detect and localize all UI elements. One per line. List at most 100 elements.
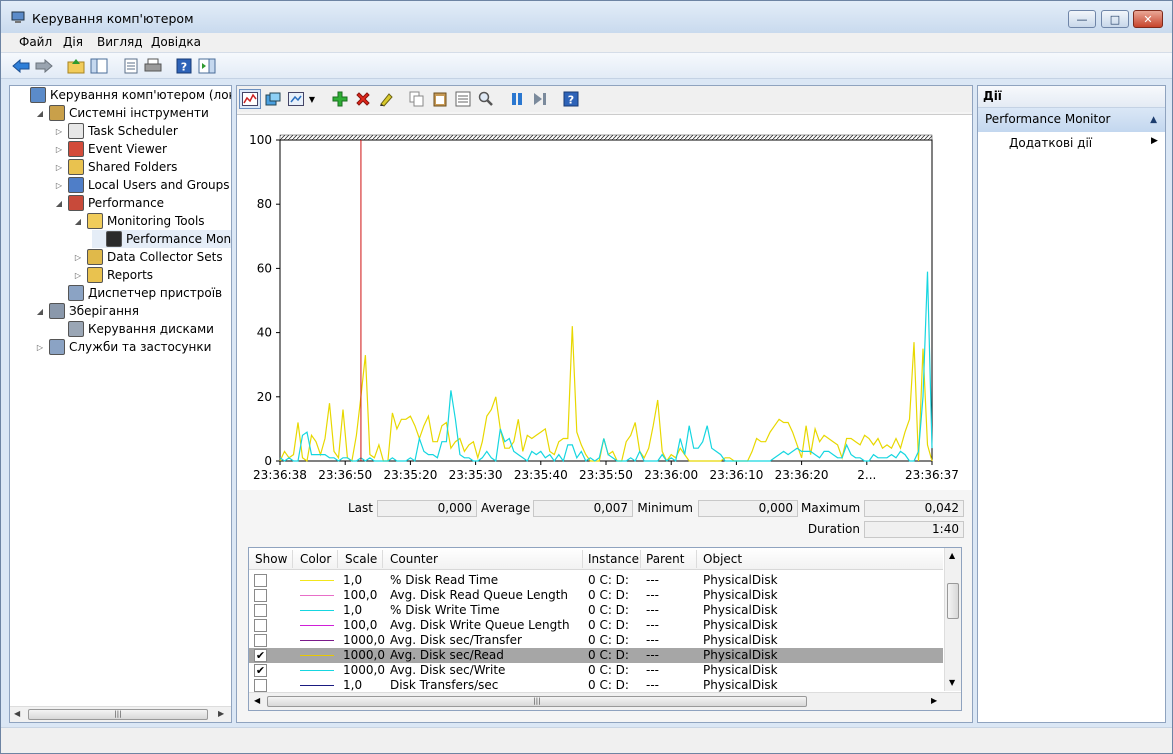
zoom-icon[interactable] [477, 90, 495, 108]
tree-item-label: Task Scheduler [88, 124, 178, 138]
paste-counter-list-icon[interactable] [431, 90, 449, 108]
cell-instance: 0 C: D: [588, 588, 629, 602]
close-button[interactable]: ✕ [1133, 10, 1163, 28]
update-data-icon[interactable] [531, 90, 549, 108]
change-graph-type-icon[interactable] [264, 90, 282, 108]
expand-arrow-icon[interactable]: ▷ [73, 271, 83, 280]
show-hide-tree-icon[interactable] [90, 57, 108, 75]
table-row[interactable]: 1000,0 Avg. Disk sec/Transfer 0 C: D: --- Ph… [249, 633, 943, 648]
collapse-arrow-icon[interactable]: ◢ [73, 217, 83, 226]
tree-item[interactable]: Диспетчер пристроїв [54, 284, 222, 302]
tree-item[interactable]: ▷ Shared Folders [54, 158, 177, 176]
tree-item[interactable]: ◢ Зберігання [35, 302, 139, 320]
expand-arrow-icon[interactable]: ▷ [54, 163, 64, 172]
show-checkbox[interactable] [254, 679, 267, 692]
tree-item[interactable]: ▷ Reports [73, 266, 153, 284]
tree-item[interactable]: ▷ Data Collector Sets [73, 248, 223, 266]
scroll-thumb[interactable]: ||| [28, 709, 208, 720]
counter-table: Show Color Scale Counter Instance Parent… [248, 547, 962, 711]
table-row[interactable]: 1,0 % Disk Write Time 0 C: D: --- PhysicalDi… [249, 603, 943, 618]
tree-item[interactable]: ▷ Служби та застосунки [35, 338, 211, 356]
show-checkbox[interactable] [254, 634, 267, 647]
expand-arrow-icon[interactable]: ▷ [35, 343, 45, 352]
show-checkbox[interactable] [254, 574, 267, 587]
table-row[interactable]: 1,0 Disk Transfers/sec 0 C: D: --- PhysicalD… [249, 678, 943, 693]
scroll-thumb[interactable] [947, 583, 959, 619]
freeze-display-icon[interactable] [287, 90, 305, 108]
collapse-arrow-icon[interactable]: ◢ [35, 307, 45, 316]
expand-arrow-icon[interactable]: ▷ [73, 253, 83, 262]
scroll-up-icon[interactable]: ▲ [949, 551, 955, 560]
table-row[interactable]: 100,0 Avg. Disk Write Queue Length 0 C: D:… [249, 618, 943, 633]
column-parent[interactable]: Parent [646, 552, 684, 566]
view-graph-icon[interactable] [239, 89, 261, 109]
dropdown-arrow-icon[interactable]: ▼ [307, 90, 317, 108]
performance-graph[interactable]: 100 80 60 40 20 0 23:36:38 23:36:50 23:35:20 23:3… [237, 114, 972, 490]
minimize-button[interactable]: — [1068, 10, 1096, 28]
expand-arrow-icon[interactable]: ▷ [54, 181, 64, 190]
delete-counter-icon[interactable] [354, 90, 372, 108]
table-row[interactable]: ✔ 1000,0 Avg. Disk sec/Read 0 C: D: --- Physi… [249, 648, 943, 663]
color-swatch [300, 685, 334, 686]
expand-arrow-icon[interactable]: ▷ [54, 127, 64, 136]
scroll-down-icon[interactable]: ▼ [949, 678, 955, 687]
scroll-left-icon[interactable]: ◀ [14, 709, 20, 718]
up-folder-icon[interactable] [67, 57, 85, 75]
properties-icon[interactable] [454, 90, 472, 108]
maximize-button[interactable]: □ [1101, 10, 1129, 28]
help-icon[interactable]: ? [175, 57, 193, 75]
tree-item[interactable]: Керування комп'ютером (локально [16, 86, 231, 104]
help-icon[interactable]: ? [562, 90, 580, 108]
column-counter[interactable]: Counter [390, 552, 438, 566]
menu-view[interactable]: Вигляд [97, 35, 143, 49]
table-row[interactable]: 100,0 Avg. Disk Read Queue Length 0 C: D: -… [249, 588, 943, 603]
show-checkbox[interactable] [254, 589, 267, 602]
show-checkbox[interactable] [254, 604, 267, 617]
collapse-arrow-icon[interactable]: ◢ [54, 199, 64, 208]
x-tick-label: 23:36:38 [253, 468, 307, 482]
column-show[interactable]: Show [255, 552, 287, 566]
table-vertical-scrollbar[interactable]: ▲ ▼ [944, 548, 961, 691]
back-arrow-icon[interactable] [12, 57, 30, 75]
show-checkbox[interactable]: ✔ [254, 664, 267, 677]
forward-arrow-icon[interactable] [35, 57, 53, 75]
column-object[interactable]: Object [703, 552, 742, 566]
show-checkbox[interactable] [254, 619, 267, 632]
collapse-icon[interactable]: ▲ [1150, 115, 1157, 125]
scroll-right-icon[interactable]: ▶ [931, 696, 937, 705]
scroll-thumb[interactable]: ||| [267, 696, 807, 707]
scroll-left-icon[interactable]: ◀ [254, 696, 260, 705]
print-icon[interactable] [144, 57, 162, 75]
scroll-right-icon[interactable]: ▶ [218, 709, 224, 718]
menu-action[interactable]: Дія [63, 35, 83, 49]
tree-item[interactable]: ◢ Системні інструменти [35, 104, 209, 122]
collapse-arrow-icon[interactable]: ◢ [35, 109, 45, 118]
copy-properties-icon[interactable] [408, 90, 426, 108]
tree-item[interactable]: ▷ Local Users and Groups [54, 176, 230, 194]
tree-item[interactable]: ◢ Performance [54, 194, 164, 212]
properties-icon[interactable] [122, 57, 140, 75]
pause-icon[interactable] [508, 90, 526, 108]
actions-pane: Дії Performance Monitor ▲ Додаткові дії … [977, 85, 1166, 723]
actions-section-header[interactable]: Performance Monitor ▲ [978, 108, 1165, 132]
highlight-icon[interactable] [377, 90, 395, 108]
menu-help[interactable]: Довідка [151, 35, 201, 49]
tree-item[interactable]: ▷ Task Scheduler [54, 122, 178, 140]
show-checkbox[interactable]: ✔ [254, 649, 267, 662]
table-horizontal-scrollbar[interactable]: ◀ ||| ▶ [249, 692, 961, 710]
column-color[interactable]: Color [300, 552, 331, 566]
table-row[interactable]: 1,0 % Disk Read Time 0 C: D: --- PhysicalDis… [249, 573, 943, 588]
add-counter-icon[interactable] [331, 90, 349, 108]
tree-item[interactable]: Performance Monitor [92, 230, 231, 248]
expand-arrow-icon[interactable]: ▷ [54, 145, 64, 154]
tree-horizontal-scrollbar[interactable]: ◀ ||| ▶ [10, 706, 231, 722]
column-scale[interactable]: Scale [345, 552, 377, 566]
table-row[interactable]: ✔ 1000,0 Avg. Disk sec/Write 0 C: D: --- Phys… [249, 663, 943, 678]
tree-item[interactable]: ◢ Monitoring Tools [73, 212, 205, 230]
tree-item[interactable]: Керування дисками [54, 320, 214, 338]
show-action-pane-icon[interactable] [198, 57, 216, 75]
more-actions-link[interactable]: Додаткові дії [1009, 136, 1092, 150]
column-instance[interactable]: Instance [588, 552, 639, 566]
tree-item[interactable]: ▷ Event Viewer [54, 140, 167, 158]
menu-file[interactable]: Файл [19, 35, 52, 49]
